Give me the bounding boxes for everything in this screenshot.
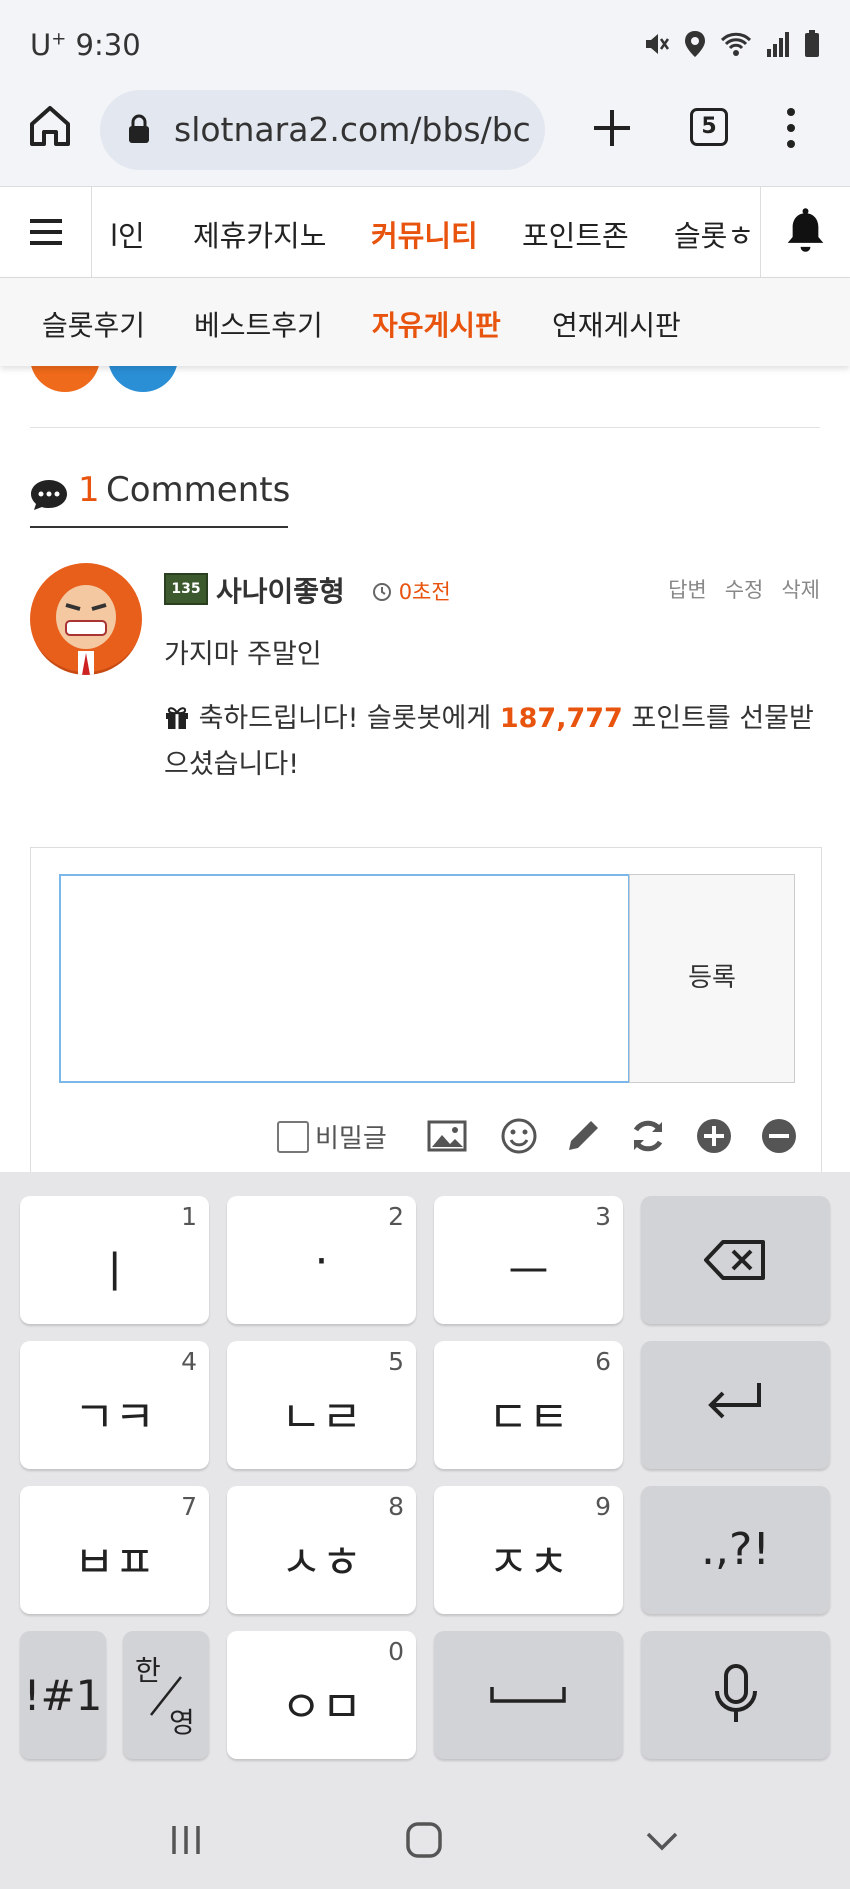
keyboard: 1 ㅣ 2 · 3 ㅡ 4 ㄱㅋ 5 ㄴㄹ 6 ㄷㅌ 7 ㅂㅍ 8 ㅅㅎ 9 ㅈ… [0,1172,850,1792]
language-toggle-key[interactable]: 한 영 [123,1631,209,1759]
bell-icon[interactable] [760,187,850,277]
space-icon [490,1687,566,1703]
nav-item-partner-casino[interactable]: 제휴카지노 [193,213,326,255]
location-icon [685,31,705,57]
more-menu-icon[interactable] [780,104,802,152]
pencil-icon[interactable] [563,1116,603,1156]
browser-toolbar: slotnara2.com/bbs/bc 5 [0,90,850,186]
gift-points: 187,777 [499,703,623,734]
emoji-icon[interactable] [499,1116,539,1156]
comment-count: 1 [78,470,100,510]
space-key[interactable] [434,1631,623,1759]
microphone-icon [715,1664,757,1722]
key-s-h[interactable]: 8 ㅅㅎ [227,1486,416,1614]
key-n-r[interactable]: 5 ㄴㄹ [227,1341,416,1469]
mic-key[interactable] [641,1631,830,1759]
back-icon[interactable] [642,1820,682,1860]
refresh-icon[interactable] [628,1116,668,1156]
mute-icon [646,34,670,54]
url-text[interactable]: slotnara2.com/bbs/bc [174,110,531,149]
signal-icon [767,32,789,57]
key-g-k[interactable]: 4 ㄱㅋ [20,1341,209,1469]
carrier-time: U+ 9:30 [30,28,141,62]
enter-icon [708,1383,761,1419]
address-bar[interactable]: slotnara2.com/bbs/bc [100,90,545,170]
comments-header: 1 Comments [30,470,291,528]
comment-textarea[interactable] [59,874,630,1083]
battery-icon [805,30,819,57]
delete-link[interactable]: 삭제 [781,574,820,604]
key-eu[interactable]: 3 ㅡ [434,1196,623,1324]
system-navigation-bar [0,1792,850,1889]
clock-icon [373,583,391,601]
home-icon[interactable] [26,102,74,150]
home-icon[interactable] [404,1820,444,1860]
key-b-p[interactable]: 7 ㅂㅍ [20,1486,209,1614]
subnav-item-slot-review[interactable]: 슬롯후기 [42,304,145,344]
status-bar: U+ 9:30 [0,0,850,90]
nav-item-main[interactable]: l인 [110,213,145,255]
comment-time: 0초전 [372,576,451,606]
backspace-icon [704,1240,765,1280]
lock-icon [129,114,149,143]
main-nav: l인 제휴카지노 커뮤니티 포인트존 슬롯ㅎ [0,186,850,278]
key-dot[interactable]: 2 · [227,1196,416,1324]
hamburger-menu-icon[interactable] [0,187,92,277]
gift-icon [166,707,188,729]
secret-checkbox[interactable]: 비밀글 [277,1118,387,1155]
wifi-icon [720,32,752,56]
nav-item-point-zone[interactable]: 포인트존 [522,213,629,255]
subnav-item-serial-board[interactable]: 연재게시판 [552,304,681,344]
comment-form: 등록 비밀글 [30,847,822,1177]
sub-nav: 슬롯후기 베스트후기 자유게시판 연재게시판 [0,278,850,366]
nav-item-slot[interactable]: 슬롯ㅎ [674,213,754,255]
comments-label: Comments [106,470,291,510]
level-badge: 135 [164,573,208,605]
key-o-m[interactable]: 0 ㅇㅁ [227,1631,416,1759]
punctuation-key[interactable]: .,?! [641,1486,830,1614]
subnav-item-best-review[interactable]: 베스트후기 [194,304,323,344]
comment-actions: 답변 수정 삭제 [668,574,820,604]
comment-author[interactable]: 사나이좋형 [216,570,345,610]
reply-link[interactable]: 답변 [668,574,707,604]
edit-link[interactable]: 수정 [725,574,764,604]
enter-key[interactable] [641,1341,830,1469]
avatar[interactable] [30,563,142,675]
symbols-key[interactable]: !#1 [20,1631,106,1759]
avatar-face-icon [56,585,116,675]
plus-circle-icon[interactable] [694,1116,734,1156]
key-d-t[interactable]: 6 ㄷㅌ [434,1341,623,1469]
nav-item-community[interactable]: 커뮤니티 [371,213,478,255]
image-icon[interactable] [427,1116,467,1156]
backspace-key[interactable] [641,1196,830,1324]
divider [30,427,820,428]
subnav-item-free-board[interactable]: 자유게시판 [372,304,501,344]
checkbox-box[interactable] [277,1120,309,1153]
gift-notice: 축하드립니다! 슬롯봇에게 187,777 포인트를 선물받으셨습니다! [164,703,814,780]
comment-body: 가지마 주말인 [164,639,322,670]
recents-icon[interactable] [166,1820,206,1860]
minus-circle-icon[interactable] [759,1116,799,1156]
key-j-ch[interactable]: 9 ㅈㅊ [434,1486,623,1614]
new-tab-icon[interactable] [590,106,634,150]
submit-button[interactable]: 등록 [629,874,795,1083]
chat-bubble-icon [31,480,67,510]
key-i[interactable]: 1 ㅣ [20,1196,209,1324]
tab-count-button[interactable]: 5 [690,108,728,146]
secret-label: 비밀글 [315,1124,387,1154]
